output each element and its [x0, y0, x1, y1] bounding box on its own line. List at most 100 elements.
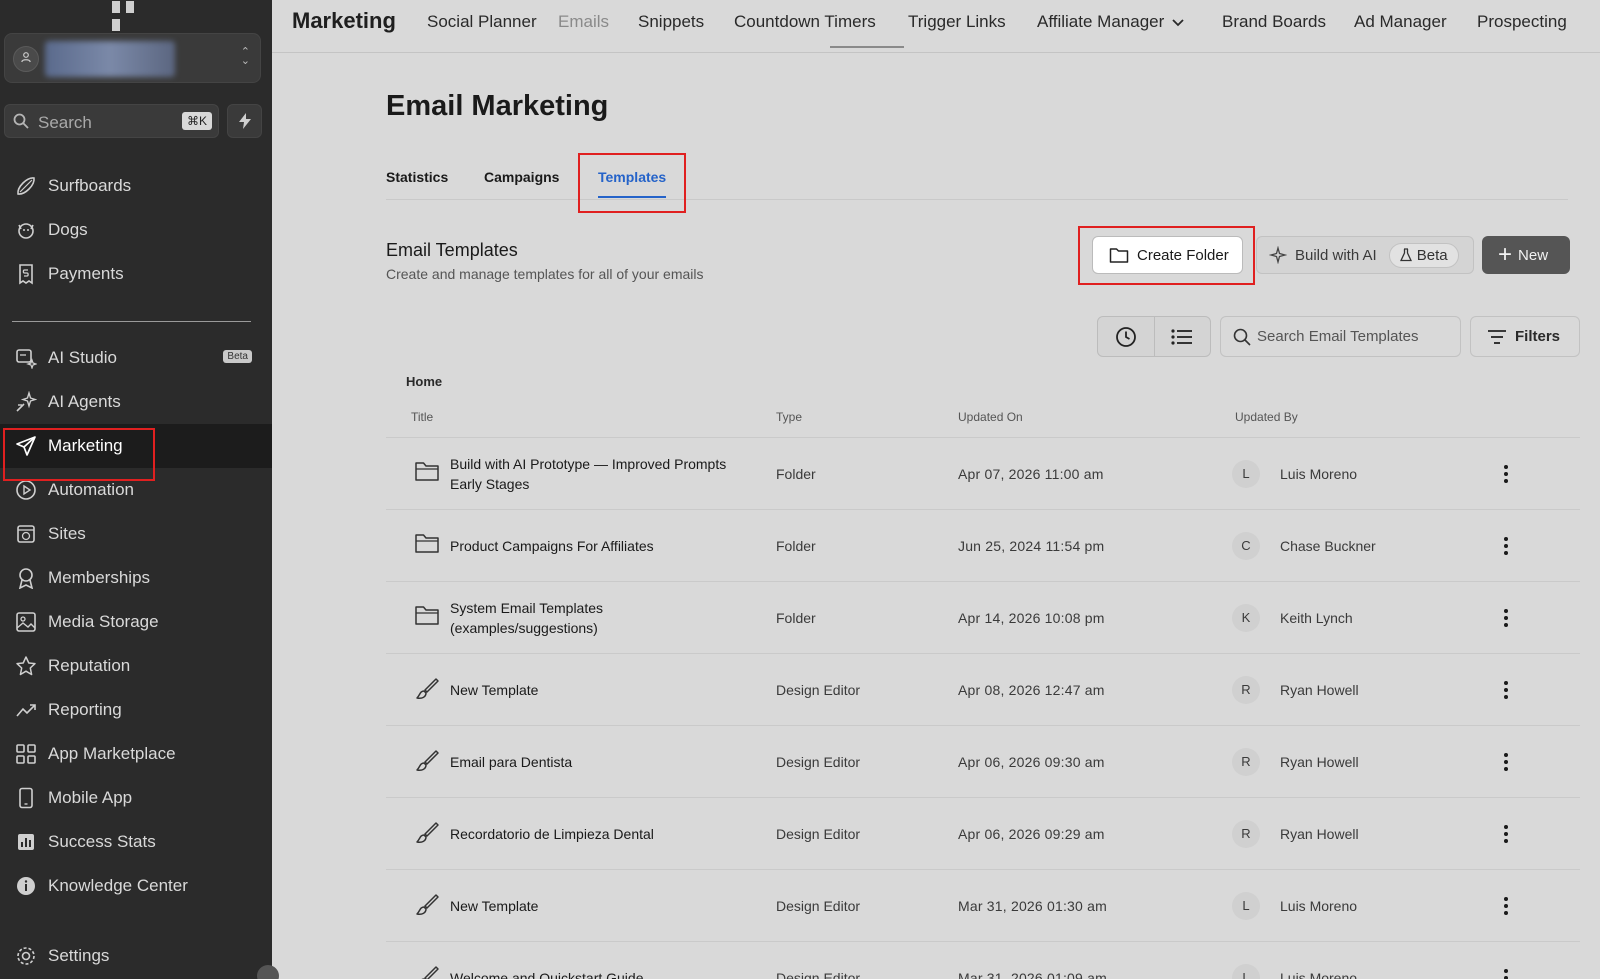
top-nav-label: Trigger Links	[908, 12, 1006, 31]
sidebar-item-label: Settings	[48, 946, 110, 965]
table-row[interactable]: Build with AI Prototype — Improved Promp…	[386, 438, 1580, 510]
top-nav-snippets[interactable]: Snippets	[638, 12, 704, 32]
sidebar-item-sites[interactable]: Sites	[0, 512, 272, 556]
sidebar-item-success-stats[interactable]: Success Stats	[0, 820, 272, 864]
column-updated-on[interactable]: Updated On	[958, 410, 1023, 424]
row-type: Design Editor	[776, 682, 861, 698]
sidebar-item-payments[interactable]: Payments	[0, 252, 272, 296]
row-title[interactable]: New Template	[450, 896, 730, 916]
table-row[interactable]: New Template Design Editor Mar 31, 2026 01…	[386, 870, 1580, 942]
recent-view-button[interactable]	[1098, 317, 1154, 356]
top-nav-label: Emails	[558, 12, 610, 31]
more-options-icon[interactable]	[1496, 749, 1516, 775]
row-updated-by: Ryan Howell	[1280, 754, 1359, 770]
sidebar-item-ai-studio[interactable]: AI Studio Beta	[0, 336, 272, 380]
sidebar-item-reputation[interactable]: Reputation	[0, 644, 272, 688]
account-switcher[interactable]: ⌃ ⌄	[4, 33, 261, 83]
top-nav-prospecting[interactable]: Prospecting	[1477, 12, 1567, 32]
tab-campaigns[interactable]: Campaigns	[484, 169, 559, 185]
row-title[interactable]: Recordatorio de Limpieza Dental	[450, 824, 730, 844]
table-row[interactable]: New Template Design Editor Apr 08, 2026 12…	[386, 654, 1580, 726]
row-updated-by: Luis Moreno	[1280, 466, 1358, 482]
sidebar-item-settings[interactable]: Settings	[0, 934, 272, 978]
more-options-icon[interactable]	[1496, 605, 1516, 631]
table-row[interactable]: System Email Templates (examples/suggest…	[386, 582, 1580, 654]
sidebar-item-label: Knowledge Center	[48, 876, 188, 895]
row-updated-on: Jun 25, 2024 11:54 pm	[958, 538, 1105, 554]
column-type[interactable]: Type	[776, 410, 802, 424]
sidebar-item-reporting[interactable]: Reporting	[0, 688, 272, 732]
top-nav-trigger-links[interactable]: Trigger Links	[908, 12, 1006, 32]
table-row[interactable]: Product Campaigns For Affiliates Folder Ju…	[386, 510, 1580, 582]
top-nav-title: Marketing	[292, 8, 396, 33]
brush-icon	[414, 820, 440, 846]
sidebar-item-knowledge-center[interactable]: Knowledge Center	[0, 864, 272, 908]
sidebar-search[interactable]: Search ⌘K	[4, 104, 219, 138]
page-title: Email Marketing	[386, 90, 609, 122]
surfboard-icon	[14, 174, 38, 198]
quick-action-button[interactable]	[227, 104, 262, 138]
sidebar-item-label: Success Stats	[48, 832, 156, 851]
collapse-sidebar-button[interactable]	[257, 965, 279, 979]
clock-icon	[1116, 326, 1136, 347]
top-nav-ad-manager[interactable]: Ad Manager	[1354, 12, 1447, 32]
dog-icon	[14, 218, 38, 242]
build-with-ai-label: Build with AI	[1295, 246, 1377, 264]
column-updated-by[interactable]: Updated By	[1235, 410, 1298, 424]
more-options-icon[interactable]	[1496, 461, 1516, 487]
breadcrumb[interactable]: Home	[406, 374, 442, 389]
top-nav-social-planner[interactable]: Social Planner	[427, 12, 537, 32]
tab-statistics[interactable]: Statistics	[386, 169, 448, 185]
more-options-icon[interactable]	[1496, 821, 1516, 847]
row-updated-on: Mar 31, 2026 01:09 am	[958, 970, 1107, 979]
top-nav-emails[interactable]: Emails	[558, 12, 609, 32]
top-nav-label: Brand Boards	[1222, 12, 1326, 31]
row-title[interactable]: Product Campaigns For Affiliates	[450, 536, 730, 556]
row-updated-on: Apr 06, 2026 09:30 am	[958, 754, 1105, 770]
sidebar-item-label: Reputation	[48, 656, 131, 675]
row-title[interactable]: Welcome and Quickstart Guide	[450, 968, 730, 979]
build-with-ai-button[interactable]: Build with AI Beta	[1256, 236, 1474, 274]
row-title[interactable]: System Email Templates (examples/suggest…	[450, 598, 730, 638]
sidebar-item-automation[interactable]: Automation	[0, 468, 272, 512]
new-label: New	[1518, 246, 1549, 264]
new-button[interactable]: + New	[1482, 236, 1570, 274]
more-options-icon[interactable]	[1496, 893, 1516, 919]
table-row[interactable]: Email para Dentista Design Editor Apr 06, …	[386, 726, 1580, 798]
top-nav: Marketing Social Planner Emails Snippets Co…	[272, 0, 1600, 53]
sidebar-item-app-marketplace[interactable]: App Marketplace	[0, 732, 272, 776]
sidebar-item-surfboards[interactable]: Surfboards	[0, 164, 272, 208]
sidebar-item-mobile-app[interactable]: Mobile App	[0, 776, 272, 820]
row-title[interactable]: New Template	[450, 680, 730, 700]
more-options-icon[interactable]	[1496, 965, 1516, 979]
sidebar-item-media-storage[interactable]: Media Storage	[0, 600, 272, 644]
row-updated-by: Chase Buckner	[1280, 538, 1376, 554]
top-nav-label: Snippets	[638, 12, 705, 31]
search-templates-placeholder: Search Email Templates	[1257, 328, 1419, 345]
sidebar-item-ai-agents[interactable]: AI Agents	[0, 380, 272, 424]
search-templates-input[interactable]: Search Email Templates	[1220, 316, 1461, 357]
top-nav-brand-boards[interactable]: Brand Boards	[1222, 12, 1326, 32]
sidebar-item-memberships[interactable]: Memberships	[0, 556, 272, 600]
folder-icon	[414, 460, 440, 486]
brush-icon	[414, 892, 440, 918]
row-type: Folder	[776, 610, 816, 626]
sidebar-item-marketing[interactable]: Marketing	[0, 424, 272, 468]
row-title[interactable]: Email para Dentista	[450, 752, 730, 772]
row-title[interactable]: Build with AI Prototype — Improved Promp…	[450, 454, 730, 494]
sidebar-item-dogs[interactable]: Dogs	[0, 208, 272, 252]
plus-icon: +	[1498, 241, 1513, 268]
more-options-icon[interactable]	[1496, 677, 1516, 703]
top-nav-countdown-timers[interactable]: Countdown Timers	[734, 12, 876, 32]
more-options-icon[interactable]	[1496, 533, 1516, 559]
table-row[interactable]: Recordatorio de Limpieza Dental Design Ed…	[386, 798, 1580, 870]
list-view-button[interactable]	[1153, 317, 1210, 356]
column-title[interactable]: Title	[411, 410, 433, 424]
top-nav-affiliate-manager[interactable]: Affiliate Manager	[1037, 12, 1184, 32]
user-icon	[13, 46, 39, 72]
search-placeholder: Search	[38, 113, 92, 132]
grid-icon	[14, 742, 38, 766]
row-updated-by: Ryan Howell	[1280, 682, 1359, 698]
table-row[interactable]: Welcome and Quickstart Guide Design Edito…	[386, 942, 1580, 979]
filters-button[interactable]: Filters	[1470, 316, 1580, 357]
